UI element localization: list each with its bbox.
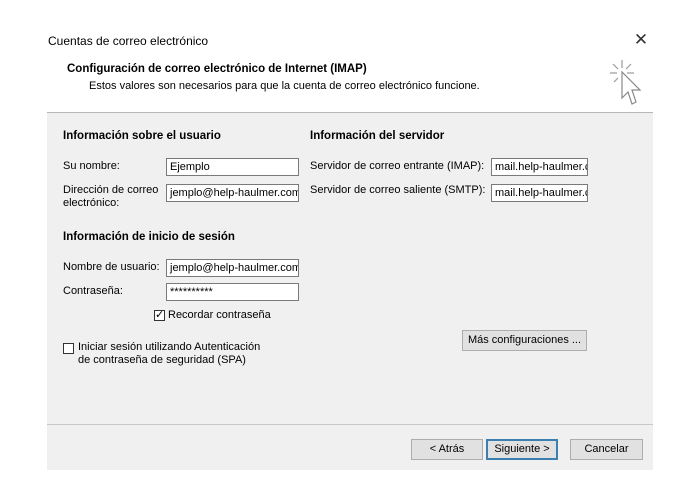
next-button[interactable]: Siguiente >	[486, 439, 558, 460]
cursor-sparkle-icon	[610, 60, 642, 105]
username-label: Nombre de usuario:	[63, 261, 160, 273]
password-field[interactable]: **********	[166, 283, 299, 301]
incoming-server-field[interactable]: mail.help-haulmer.c	[491, 158, 588, 176]
close-button[interactable]: ✕	[632, 31, 650, 49]
username-field[interactable]: jemplo@help-haulmer.com	[166, 259, 299, 277]
remember-password-checkbox[interactable]: ✓	[154, 310, 165, 321]
button-separator	[47, 424, 653, 425]
close-icon[interactable]: ✕	[634, 30, 648, 49]
header-subtitle: Estos valores son necesarios para que la…	[89, 80, 480, 92]
cancel-button[interactable]: Cancelar	[570, 439, 643, 460]
outgoing-server-field[interactable]: mail.help-haulmer.c	[491, 184, 588, 202]
password-label: Contraseña:	[63, 285, 123, 297]
spa-label-line2: de contraseña de seguridad (SPA)	[78, 354, 246, 366]
remember-password-label: Recordar contraseña	[168, 309, 271, 321]
spa-checkbox[interactable]	[63, 343, 74, 354]
window-title: Cuentas de correo electrónico	[48, 34, 209, 48]
spa-label: Iniciar sesión utilizando Autenticación …	[78, 341, 260, 367]
user-info-heading: Información sobre el usuario	[63, 130, 221, 142]
name-label: Su nombre:	[63, 160, 120, 172]
email-label-line2: electrónico:	[63, 197, 120, 209]
email-label: Dirección de correo electrónico:	[63, 184, 158, 210]
name-field[interactable]: Ejemplo	[166, 158, 299, 176]
spa-label-line1: Iniciar sesión utilizando Autenticación	[78, 341, 261, 353]
more-settings-button[interactable]: Más configuraciones ...	[462, 330, 587, 351]
server-info-heading: Información del servidor	[310, 130, 445, 142]
back-button[interactable]: < Atrás	[411, 439, 483, 460]
email-field[interactable]: jemplo@help-haulmer.com	[166, 184, 299, 202]
incoming-server-label: Servidor de correo entrante (IMAP):	[310, 160, 485, 172]
outgoing-server-label: Servidor de correo saliente (SMTP):	[310, 184, 486, 196]
login-info-heading: Información de inicio de sesión	[63, 231, 235, 243]
header-title: Configuración de correo electrónico de I…	[67, 63, 367, 75]
email-label-line1: Dirección de correo	[63, 184, 159, 196]
